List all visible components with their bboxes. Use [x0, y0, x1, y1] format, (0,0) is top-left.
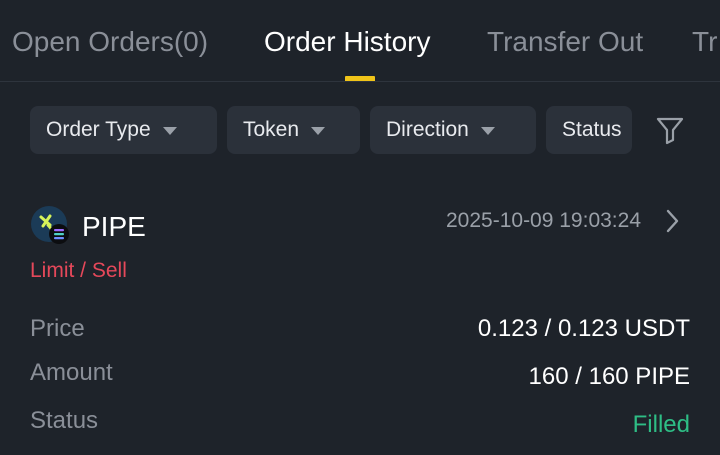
token-name: PIPE [82, 211, 146, 242]
token-filter-label: Token [243, 118, 300, 141]
status-label: Status [30, 407, 99, 434]
token-filter[interactable]: Token [227, 106, 360, 154]
status-filter-label: Status [562, 118, 622, 141]
status-value: Filled [632, 411, 690, 438]
chevron-right-icon[interactable] [663, 208, 683, 234]
tab-truncated[interactable]: Tr [692, 26, 717, 58]
filter-bar: Order Type Token Direction Status [0, 106, 720, 156]
tab-bar: Open Orders(0) Order History Transfer Ou… [0, 0, 720, 82]
order-type-side: Limit / Sell [30, 259, 127, 282]
tab-order-history[interactable]: Order History [264, 26, 430, 58]
tab-open-orders[interactable]: Open Orders(0) [12, 26, 208, 58]
direction-filter[interactable]: Direction [370, 106, 536, 154]
active-tab-indicator [345, 76, 375, 81]
tab-transfer-out[interactable]: Transfer Out [487, 26, 643, 58]
order-type-filter-label: Order Type [46, 118, 151, 141]
chevron-down-icon [480, 127, 495, 135]
funnel-icon[interactable] [655, 115, 685, 145]
price-value: 0.123 / 0.123 USDT [477, 315, 690, 342]
order-timestamp: 2025-10-09 19:03:24 [446, 209, 641, 232]
pipe-token-logo [31, 206, 69, 244]
amount-value: 160 / 160 PIPE [528, 363, 690, 390]
chevron-down-icon [162, 127, 177, 135]
status-filter[interactable]: Status [546, 106, 632, 154]
chevron-down-icon [311, 127, 326, 135]
order-type-filter[interactable]: Order Type [30, 106, 217, 154]
amount-label: Amount [30, 359, 113, 386]
direction-filter-label: Direction [386, 118, 469, 141]
price-label: Price [30, 315, 85, 342]
